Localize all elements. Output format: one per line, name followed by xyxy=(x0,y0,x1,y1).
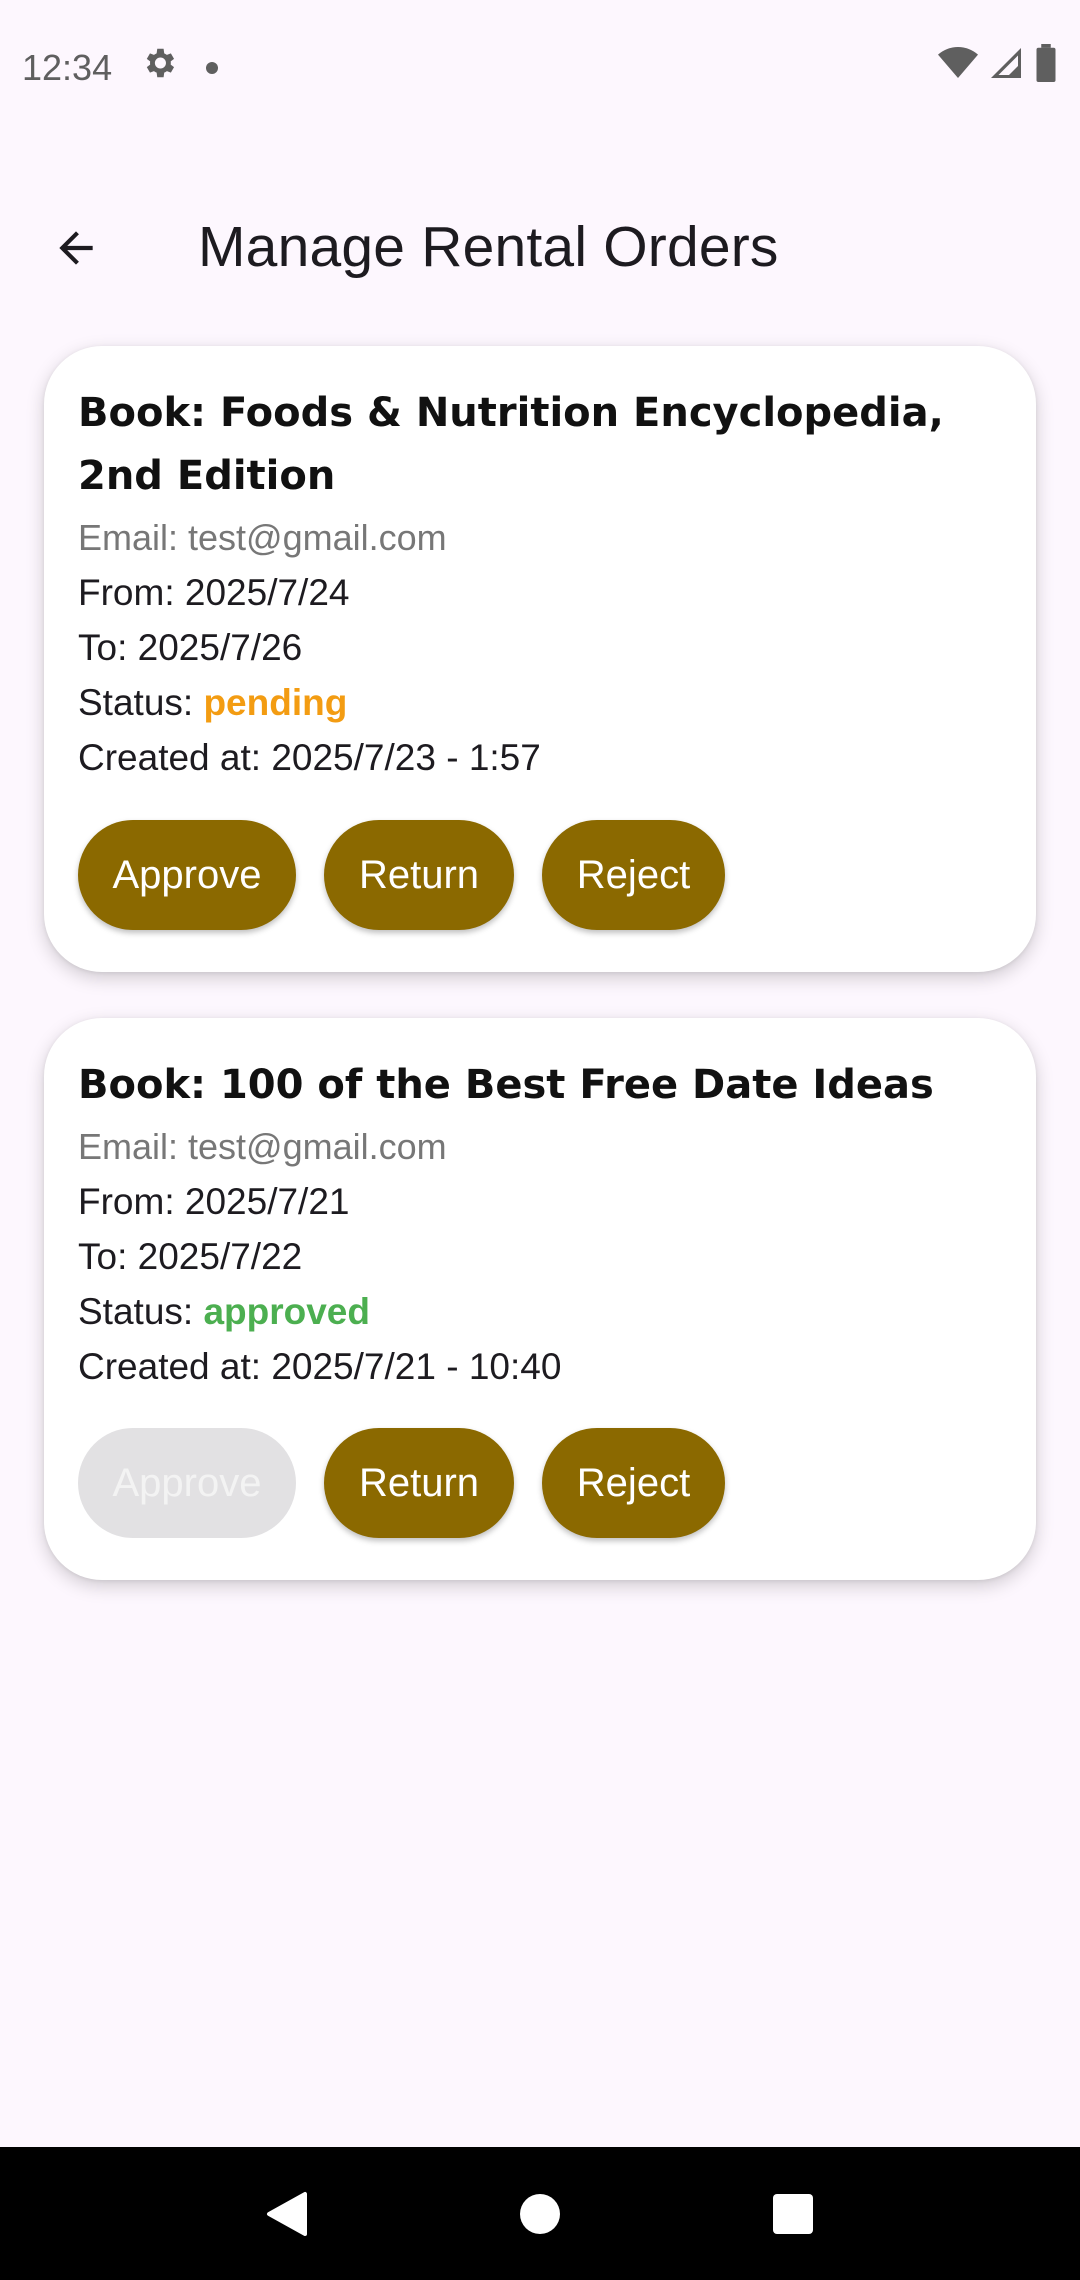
book-title: Book: 100 of the Best Free Date Ideas xyxy=(78,1062,934,1108)
status-time: 12:34 xyxy=(22,46,113,88)
order-created: Created at: 2025/7/21 - 10:40 xyxy=(78,1346,562,1387)
return-button[interactable]: Return xyxy=(324,1428,514,1538)
status-bar: 12:34 xyxy=(0,0,1080,135)
order-to: To: 2025/7/22 xyxy=(78,1236,303,1277)
return-button[interactable]: Return xyxy=(324,820,514,930)
screen: 12:34 Manage Rental Orders Book: Foods &… xyxy=(0,0,1080,2280)
status-label: Status: xyxy=(78,682,204,723)
order-email: Email: test@gmail.com xyxy=(78,517,447,558)
order-card: Book: 100 of the Best Free Date Ideas Em… xyxy=(44,1018,1036,1580)
order-card: Book: Foods & Nutrition Encyclopedia, 2n… xyxy=(44,346,1036,972)
action-buttons: Approve Return Reject xyxy=(78,820,725,930)
nav-back-button[interactable] xyxy=(247,2174,327,2254)
order-to: To: 2025/7/26 xyxy=(78,627,303,668)
triangle-back-icon xyxy=(266,2191,307,2236)
action-buttons: Approve Return Reject xyxy=(78,1428,725,1538)
order-created: Created at: 2025/7/23 - 1:57 xyxy=(78,737,541,778)
order-from: From: 2025/7/21 xyxy=(78,1181,350,1222)
page-title: Manage Rental Orders xyxy=(198,215,779,279)
nav-home-button[interactable] xyxy=(500,2174,580,2254)
order-status: Status: approved xyxy=(78,1284,1002,1339)
square-recents-icon xyxy=(773,2193,814,2234)
arrow-back-icon xyxy=(59,231,93,265)
status-value: approved xyxy=(203,1291,370,1332)
nav-recents-button[interactable] xyxy=(753,2174,833,2254)
back-button[interactable] xyxy=(40,212,112,284)
reject-button[interactable]: Reject xyxy=(542,1428,725,1538)
order-status: Status: pending xyxy=(78,675,1002,730)
battery-icon xyxy=(1034,44,1058,91)
approve-button[interactable]: Approve xyxy=(78,820,296,930)
order-email: Email: test@gmail.com xyxy=(78,1126,447,1167)
book-title: Book: Foods & Nutrition Encyclopedia, 2n… xyxy=(78,390,944,499)
reject-button[interactable]: Reject xyxy=(542,820,725,930)
order-from: From: 2025/7/24 xyxy=(78,572,350,613)
status-label: Status: xyxy=(78,1291,204,1332)
notification-dot-icon xyxy=(206,61,219,74)
settings-icon xyxy=(140,44,178,91)
approve-button: Approve xyxy=(78,1428,296,1538)
status-value: pending xyxy=(203,682,348,723)
system-nav-bar xyxy=(0,2147,1080,2280)
wifi-icon xyxy=(938,46,978,89)
app-bar: Manage Rental Orders xyxy=(0,190,1080,302)
signal-icon xyxy=(988,45,1024,90)
circle-home-icon xyxy=(519,2193,560,2234)
